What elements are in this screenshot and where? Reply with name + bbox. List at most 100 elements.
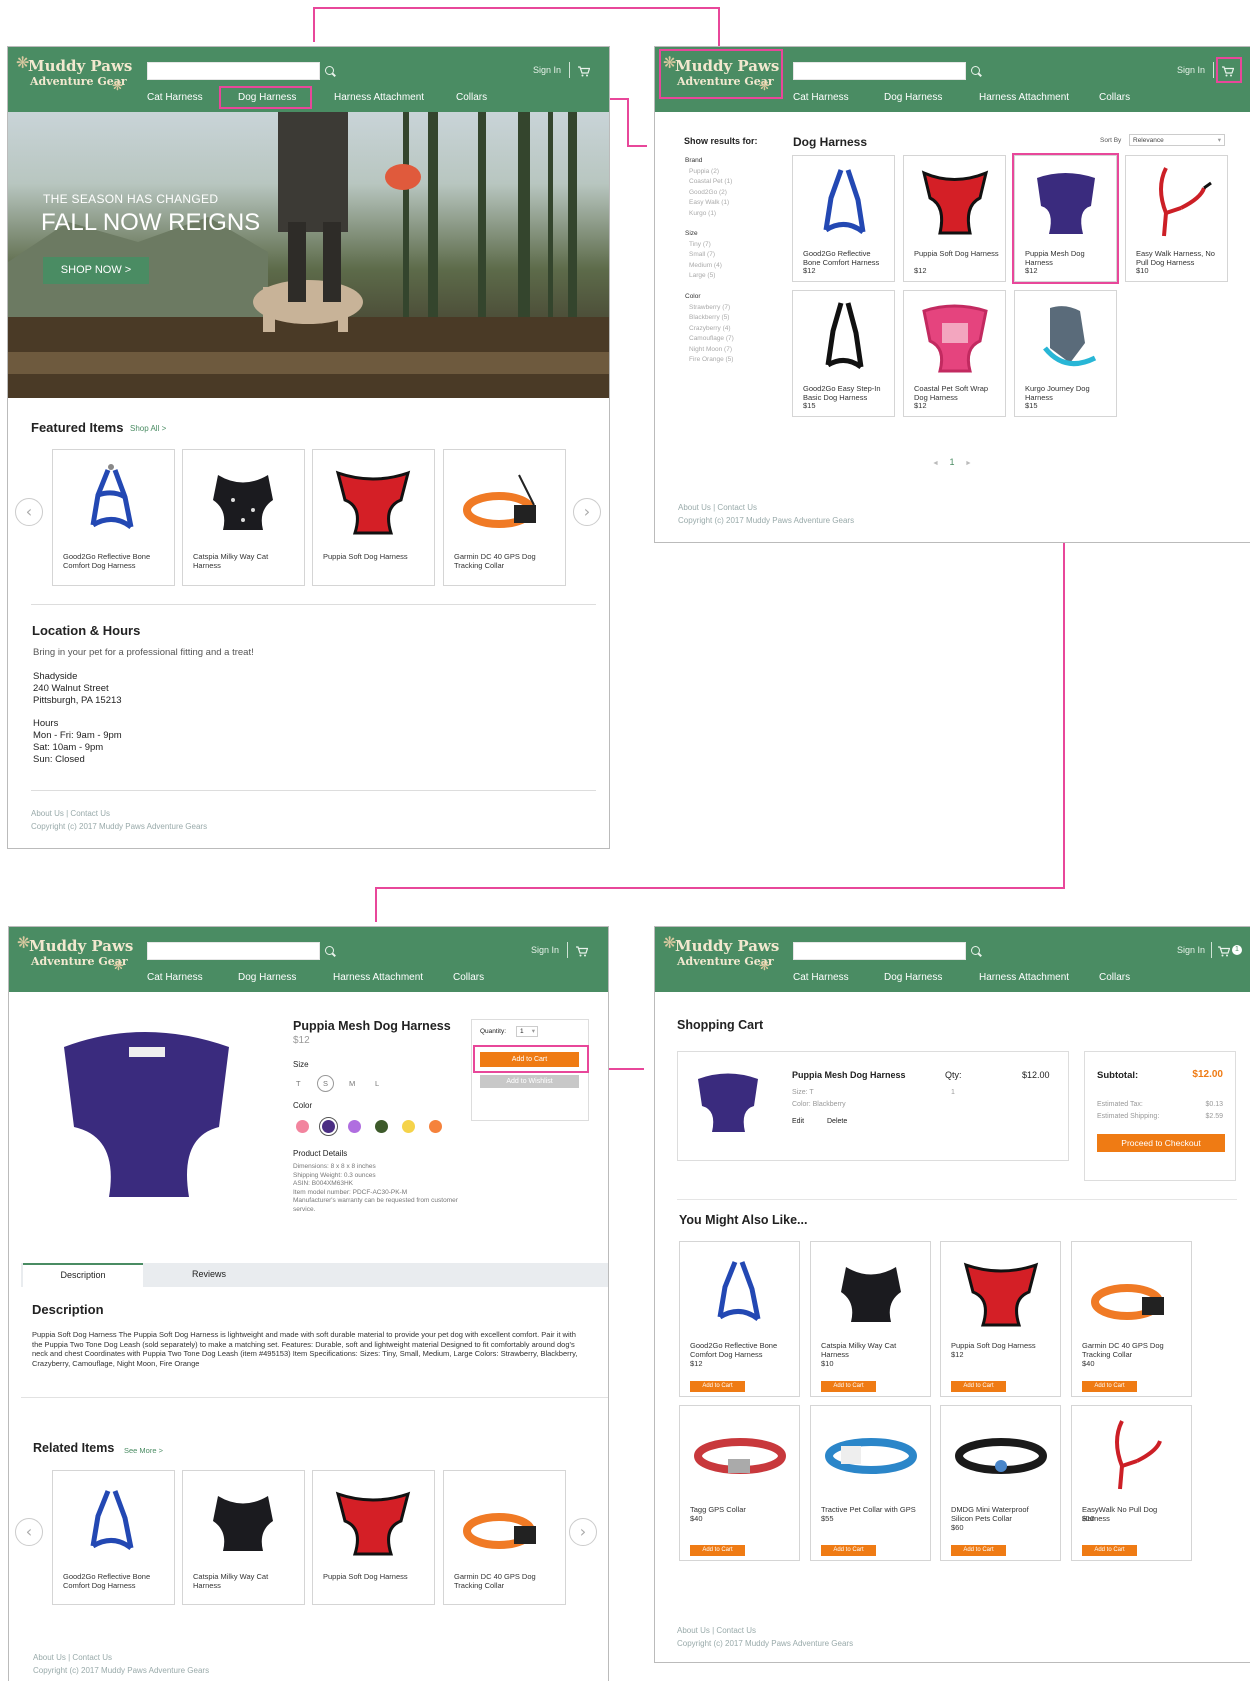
sort-select[interactable]: Relevance ▾ — [1129, 134, 1225, 146]
nav-cat-harness[interactable]: Cat Harness — [147, 972, 203, 983]
cart-icon[interactable] — [1218, 944, 1231, 957]
nav-dog-harness[interactable]: Dog Harness — [238, 972, 296, 983]
site-logo[interactable]: ❋ Muddy Paws Adventure Gear ❋ — [17, 933, 133, 983]
add-to-cart-button[interactable]: Add to Cart — [690, 1381, 745, 1392]
also-like-card[interactable]: Tractive Pet Collar with GPS $55 Add to Ca… — [810, 1405, 931, 1561]
quantity-select[interactable]: 1 ▾ — [516, 1026, 538, 1037]
nav-harness-attachment[interactable]: Harness Attachment — [979, 92, 1069, 103]
size-option-selected[interactable]: S — [317, 1075, 334, 1092]
add-to-cart-button[interactable]: Add to Cart — [951, 1545, 1006, 1556]
filter-option[interactable]: Small (7) — [685, 250, 722, 261]
featured-card[interactable]: Garmin DC 40 GPS Dog Tracking Collar — [443, 449, 566, 586]
tab-description[interactable]: Description — [23, 1263, 143, 1287]
filter-option[interactable]: Strawberry (7) — [685, 303, 734, 314]
filter-option[interactable]: Medium (4) — [685, 261, 722, 272]
also-like-card[interactable]: Puppia Soft Dog Harness $12 Add to Cart — [940, 1241, 1061, 1397]
checkout-button[interactable]: Proceed to Checkout — [1097, 1134, 1225, 1152]
also-like-card[interactable]: Garmin DC 40 GPS Dog Tracking Collar $40 A… — [1071, 1241, 1192, 1397]
nav-collars[interactable]: Collars — [456, 92, 487, 103]
filter-option[interactable]: Tiny (7) — [685, 240, 722, 251]
sign-in-link[interactable]: Sign In — [531, 945, 559, 955]
search-input[interactable] — [793, 942, 966, 960]
search-input[interactable] — [793, 62, 966, 80]
filter-option[interactable]: Camouflage (7) — [685, 334, 734, 345]
filter-option[interactable]: Crazyberry (4) — [685, 324, 734, 335]
edit-link[interactable]: Edit — [792, 1118, 804, 1125]
prev-page-button[interactable]: ◄ — [932, 460, 939, 467]
shop-now-button[interactable]: SHOP NOW > — [43, 257, 149, 284]
nav-harness-attachment[interactable]: Harness Attachment — [334, 92, 424, 103]
size-option[interactable]: T — [296, 1079, 301, 1088]
footer-links[interactable]: About Us | Contact Us — [678, 503, 757, 512]
filter-option[interactable]: Blackberry (5) — [685, 313, 734, 324]
carousel-next-button[interactable]: › — [573, 498, 601, 526]
nav-harness-attachment[interactable]: Harness Attachment — [979, 972, 1069, 983]
product-card[interactable]: Good2Go Easy Step-In Basic Dog Harness $… — [792, 290, 895, 417]
qty-value[interactable]: 1 — [951, 1088, 955, 1098]
nav-cat-harness[interactable]: Cat Harness — [147, 92, 203, 103]
color-swatch-pink[interactable] — [296, 1120, 309, 1133]
product-card[interactable]: Good2Go Reflective Bone Comfort Harness … — [792, 155, 895, 282]
nav-collars[interactable]: Collars — [453, 972, 484, 983]
shop-all-link[interactable]: Shop All > — [130, 424, 166, 433]
color-swatch-lilac[interactable] — [348, 1120, 361, 1133]
color-swatch-orange[interactable] — [429, 1120, 442, 1133]
featured-card[interactable]: Catspia Milky Way Cat Harness — [182, 449, 305, 586]
product-card[interactable]: Puppia Soft Dog Harness $12 — [903, 155, 1006, 282]
site-logo[interactable]: ❋ Muddy Paws Adventure Gear ❋ — [663, 933, 779, 983]
featured-card[interactable]: Good2Go Reflective Bone Comfort Dog Harn… — [52, 449, 175, 586]
add-to-cart-button[interactable]: Add to Cart — [690, 1545, 745, 1556]
nav-dog-harness[interactable]: Dog Harness — [884, 92, 942, 103]
search-icon[interactable] — [971, 946, 980, 955]
add-to-cart-button[interactable]: Add to Cart — [951, 1381, 1006, 1392]
also-like-card[interactable]: Catspia Milky Way Cat Harness $10 Add to C… — [810, 1241, 931, 1397]
nav-dog-harness[interactable]: Dog Harness — [884, 972, 942, 983]
nav-collars[interactable]: Collars — [1099, 972, 1130, 983]
related-card[interactable]: Garmin DC 40 GPS Dog Tracking Collar — [443, 1470, 566, 1605]
delete-link[interactable]: Delete — [827, 1118, 847, 1125]
sign-in-link[interactable]: Sign In — [533, 65, 561, 75]
nav-collars[interactable]: Collars — [1099, 92, 1130, 103]
color-swatch-camo[interactable] — [375, 1120, 388, 1133]
cart-icon[interactable] — [576, 944, 589, 957]
also-like-card[interactable]: Tagg GPS Collar $40 Add to Cart — [679, 1405, 800, 1561]
carousel-prev-button[interactable]: ‹ — [15, 1518, 43, 1546]
search-input[interactable] — [147, 942, 320, 960]
sign-in-link[interactable]: Sign In — [1177, 65, 1205, 75]
product-card[interactable]: Coastal Pet Soft Wrap Dog Harness $12 — [903, 290, 1006, 417]
nav-harness-attachment[interactable]: Harness Attachment — [333, 972, 423, 983]
product-card[interactable]: Easy Walk Harness, No Pull Dog Harness $… — [1125, 155, 1228, 282]
also-like-card[interactable]: DMDG Mini Waterproof Silicon Pets Collar… — [940, 1405, 1061, 1561]
related-card[interactable]: Puppia Soft Dog Harness — [312, 1470, 435, 1605]
carousel-next-button[interactable]: › — [569, 1518, 597, 1546]
related-card[interactable]: Good2Go Reflective Bone Comfort Dog Harn… — [52, 1470, 175, 1605]
page-number[interactable]: 1 — [949, 457, 954, 467]
footer-links[interactable]: About Us | Contact Us — [31, 809, 110, 818]
see-more-link[interactable]: See More > — [124, 1446, 163, 1455]
add-to-cart-button[interactable]: Add to Cart — [821, 1545, 876, 1556]
color-swatch-purple-selected[interactable] — [319, 1117, 338, 1136]
add-to-wishlist-button[interactable]: Add to Wishlist — [480, 1075, 579, 1088]
product-card[interactable]: Kurgo Journey Dog Harness $15 — [1014, 290, 1117, 417]
footer-links[interactable]: About Us | Contact Us — [33, 1653, 112, 1662]
size-option[interactable]: M — [349, 1079, 355, 1088]
filter-option[interactable]: Night Moon (7) — [685, 345, 734, 356]
search-input[interactable] — [147, 62, 320, 80]
filter-option[interactable]: Fire Orange (5) — [685, 355, 734, 366]
size-option[interactable]: L — [375, 1079, 379, 1088]
next-page-button[interactable]: ► — [965, 460, 972, 467]
site-logo[interactable]: ❋ Muddy Paws Adventure Gear ❋ — [16, 53, 132, 103]
search-icon[interactable] — [325, 946, 334, 955]
also-like-card[interactable]: EasyWalk No Pull Dog Harness $10 Add to Ca… — [1071, 1405, 1192, 1561]
filter-option[interactable]: Good2Go (2) — [685, 188, 732, 199]
sign-in-link[interactable]: Sign In — [1177, 945, 1205, 955]
featured-card[interactable]: Puppia Soft Dog Harness — [312, 449, 435, 586]
filter-option[interactable]: Puppia (2) — [685, 167, 732, 178]
related-card[interactable]: Catspia Milky Way Cat Harness — [182, 1470, 305, 1605]
color-swatch-yellow[interactable] — [402, 1120, 415, 1133]
add-to-cart-button[interactable]: Add to Cart — [1082, 1381, 1137, 1392]
search-icon[interactable] — [325, 66, 334, 75]
filter-option[interactable]: Large (5) — [685, 271, 722, 282]
add-to-cart-button[interactable]: Add to Cart — [1082, 1545, 1137, 1556]
also-like-card[interactable]: Good2Go Reflective Bone Comfort Dog Harn… — [679, 1241, 800, 1397]
